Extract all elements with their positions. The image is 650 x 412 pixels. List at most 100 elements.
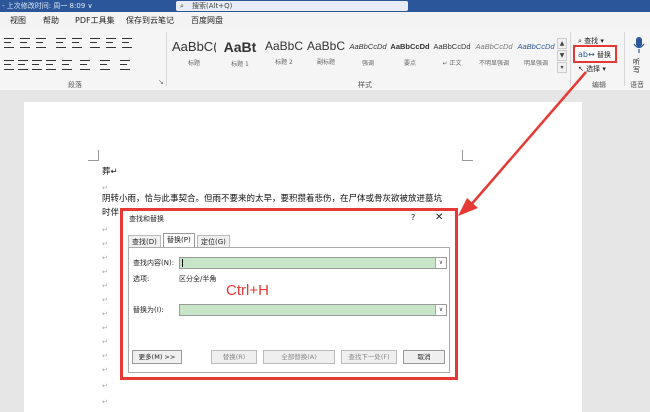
chinese-layout-icon[interactable]	[90, 38, 100, 48]
dialog-launcher-icon[interactable]: ↘	[158, 78, 164, 86]
style-intense-emphasis[interactable]: AaBbCcDd 明显强调	[514, 36, 558, 72]
crop-mark	[462, 150, 473, 161]
tab-replace[interactable]: 替换(P)	[163, 233, 195, 248]
chevron-down-icon[interactable]: ∨	[435, 305, 446, 315]
group-label-paragraph: 段落	[68, 81, 82, 89]
style-preview: AaBbCcDd	[390, 42, 430, 51]
find-next-button[interactable]: 查找下一处(F)	[341, 350, 397, 364]
divider	[570, 32, 571, 86]
paragraph-mark: ↵	[102, 226, 108, 234]
style-strong[interactable]: AaBbCcDd 要点	[388, 36, 432, 72]
options-value: 区分全/半角	[179, 275, 217, 283]
title-text: - 上次修改时间: 周一 8:09 ∨	[2, 2, 93, 10]
shading-icon[interactable]	[100, 60, 110, 70]
style-name: 明显强调	[523, 60, 548, 67]
numbering-icon[interactable]	[20, 38, 30, 48]
style-preview: AaBbC	[264, 39, 304, 53]
more-button[interactable]: 更多(M) >>	[132, 350, 182, 364]
multilevel-icon[interactable]	[36, 38, 46, 48]
decrease-indent-icon[interactable]	[56, 38, 66, 48]
paragraph-mark: ↵	[102, 310, 108, 318]
doc-line-1[interactable]: 葬↵	[102, 166, 118, 178]
find-replace-dialog: 查找和替换 ? ✕ 查找(D) 替换(P) 定位(G) 查找内容(N): ∨ 选…	[120, 208, 458, 380]
tab-find[interactable]: 查找(D)	[128, 235, 161, 247]
close-icon[interactable]: ✕	[435, 212, 443, 223]
gallery-down-icon[interactable]: ▼	[557, 50, 567, 61]
search-box[interactable]: ⌕ 搜索(Alt+Q)	[176, 1, 408, 11]
align-left-icon[interactable]	[4, 60, 14, 70]
style-heading2[interactable]: AaBbC 标题 2	[262, 36, 306, 72]
style-preview: AaBbCcDd	[475, 42, 513, 51]
replace-label: 替换	[597, 51, 611, 59]
search-placeholder: 搜索(Alt+Q)	[192, 2, 233, 10]
gallery-up-icon[interactable]: ▲	[557, 38, 567, 49]
style-name: 副标题	[316, 59, 335, 66]
replace-one-button[interactable]: 替换(R)	[211, 350, 257, 364]
distribute-icon[interactable]	[62, 60, 72, 70]
style-emphasis[interactable]: AaBbCcDd 强调	[346, 36, 390, 72]
menu-pdf-tools[interactable]: PDF工具集	[75, 15, 115, 27]
crop-mark	[88, 150, 99, 161]
find-what-input[interactable]: ∨	[179, 257, 447, 269]
dictate-button[interactable]: 听写	[630, 36, 648, 76]
style-name: 要点	[403, 60, 416, 67]
line-spacing-icon[interactable]	[80, 60, 90, 70]
align-center-icon[interactable]	[18, 60, 28, 70]
align-right-icon[interactable]	[32, 60, 42, 70]
style-heading1[interactable]: AaBt 标题 1	[218, 36, 262, 72]
borders-icon[interactable]	[120, 60, 130, 70]
style-normal[interactable]: AaBbCcDd ↵ 正文	[430, 36, 474, 72]
style-preview: AaBt	[223, 39, 257, 55]
sort-icon[interactable]	[106, 38, 116, 48]
paragraph-mark: ↵	[102, 268, 108, 276]
group-label-voice: 语音	[630, 81, 644, 89]
find-what-label: 查找内容(N):	[133, 259, 175, 267]
bullets-icon[interactable]	[4, 38, 14, 48]
ribbon: 段落 ↘ AaBbC( 标题 AaBt 标题 1 AaBbC 标题 2 AaBb…	[0, 30, 650, 91]
paragraph-mark: ↵	[102, 382, 108, 390]
justify-icon[interactable]	[46, 60, 56, 70]
divider	[166, 32, 167, 86]
shortcut-annotation: Ctrl+H	[226, 282, 269, 299]
menu-baidu[interactable]: 百度网盘	[191, 15, 223, 27]
paragraph-mark: ↵	[102, 338, 108, 346]
gallery-more-icon[interactable]: ▾	[557, 62, 567, 73]
paragraph-mark: ↵	[102, 352, 108, 360]
style-subtitle[interactable]: AaBbC 副标题	[304, 36, 348, 72]
chevron-down-icon[interactable]: ∨	[435, 258, 446, 268]
style-name: 标题 2	[275, 59, 293, 66]
group-label-editing: 编辑	[592, 81, 606, 89]
dictate-label: 听写	[633, 58, 640, 74]
paragraph-mark: ↵	[102, 184, 108, 192]
group-label-styles: 样式	[358, 81, 372, 89]
tab-goto[interactable]: 定位(G)	[197, 235, 230, 247]
replace-button[interactable]: ab↔ 替换	[573, 45, 617, 63]
paragraph-mark: ↵	[102, 240, 108, 248]
options-label: 选项:	[133, 275, 150, 283]
cancel-button[interactable]: 取消	[403, 350, 445, 364]
menu-view[interactable]: 视图	[10, 15, 26, 27]
divider	[624, 32, 625, 86]
cursor-icon: ↖	[578, 65, 587, 73]
menu-help[interactable]: 帮助	[43, 15, 59, 27]
replace-with-input[interactable]: ∨	[179, 304, 447, 316]
doc-line-2[interactable]: 阴转小雨，恰与此事契合。但雨不要来的太早，要积攒着悲伤，在尸体或骨灰欲被放进墓坑	[102, 193, 442, 205]
select-button[interactable]: ↖ 选择 ▾	[578, 64, 606, 74]
search-icon: ⌕	[180, 2, 184, 10]
title-bar: - 上次修改时间: 周一 8:09 ∨ ⌕ 搜索(Alt+Q)	[0, 0, 650, 12]
show-marks-icon[interactable]	[122, 38, 132, 48]
doc-line-3[interactable]: 时伴	[102, 207, 119, 219]
help-icon[interactable]: ?	[411, 213, 415, 222]
paragraph-mark: ↵	[102, 282, 108, 290]
replace-all-button[interactable]: 全部替换(A)	[263, 350, 335, 364]
paragraph-mark: ↵	[102, 296, 108, 304]
style-name: 强调	[361, 60, 374, 67]
microphone-icon	[633, 37, 645, 53]
style-preview: AaBbC	[306, 39, 346, 53]
increase-indent-icon[interactable]	[72, 38, 82, 48]
style-subtle-emphasis[interactable]: AaBbCcDd 不明显强调	[472, 36, 516, 72]
style-name: 标题	[187, 60, 200, 67]
menu-save-cloud[interactable]: 保存到云笔记	[126, 15, 174, 27]
style-title[interactable]: AaBbC( 标题	[172, 36, 216, 72]
style-preview: AaBbCcDd	[433, 42, 471, 51]
